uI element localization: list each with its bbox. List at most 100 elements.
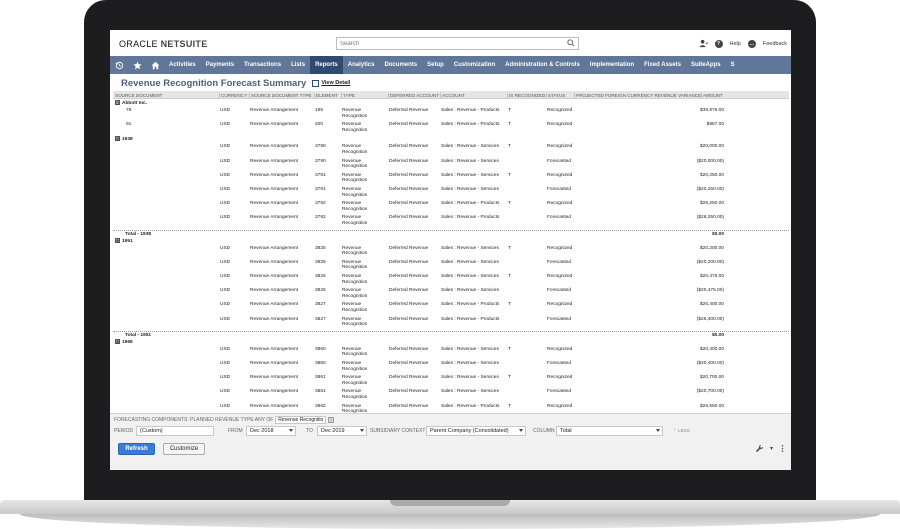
table-row[interactable]: USD Revenue Arrangement 3792 Revenue Recogn…	[113, 215, 789, 229]
nav-documents[interactable]: Documents	[379, 56, 422, 74]
wrench-icon[interactable]	[755, 444, 764, 453]
nav-overflow-item[interactable]: S	[726, 56, 740, 74]
nav-suiteapps[interactable]: SuiteApps	[686, 56, 726, 74]
table-row[interactable]: USD Revenue Arrangement 3825 Revenue Recogn…	[113, 260, 789, 274]
element-link[interactable]: 3860	[315, 347, 326, 352]
table-row[interactable]: USD Revenue Arrangement 3860 Revenue Recogn…	[113, 347, 789, 361]
element-link[interactable]: 3862	[315, 404, 326, 409]
view-detail-link[interactable]: View Detail	[312, 79, 350, 87]
global-search[interactable]	[336, 37, 579, 50]
col-header-projected-variance[interactable]: Projected Foreign Currency Revenue Varia…	[574, 92, 701, 98]
col-header-source-document-type[interactable]: Source Document Type	[249, 92, 312, 98]
element-link[interactable]: 195	[315, 108, 323, 113]
search-input[interactable]	[337, 38, 562, 49]
table-row[interactable]: USD Revenue Arrangement 3827 Revenue Recogn…	[113, 317, 789, 331]
table-row[interactable]: USD Revenue Arrangement 3790 Revenue Recogn…	[113, 159, 789, 173]
more-options-icon[interactable]	[779, 444, 786, 453]
table-row[interactable]: USD Revenue Arrangement 3791 Revenue Recogn…	[113, 173, 789, 187]
feedback-icon[interactable]: …	[747, 39, 756, 48]
element-link[interactable]: 200	[315, 122, 323, 127]
recent-records-icon[interactable]	[110, 56, 128, 74]
table-row[interactable]: USD Revenue Arrangement 3827 Revenue Recogn…	[113, 302, 789, 316]
feedback-link[interactable]: Feedback	[763, 41, 787, 47]
element-link[interactable]: 3790	[315, 159, 326, 164]
less-filters-toggle[interactable]: ⌃ LESS	[673, 428, 690, 434]
from-period-select[interactable]: Dec 2018	[246, 426, 296, 436]
source-document-link[interactable]: 78	[126, 108, 131, 113]
home-icon[interactable]	[146, 56, 164, 74]
element-link[interactable]: 3792	[315, 215, 326, 220]
nav-analytics[interactable]: Analytics	[343, 56, 380, 74]
element-link[interactable]: 3861	[315, 375, 326, 380]
expand-collapse-icon[interactable]: ⊞	[115, 237, 120, 243]
netsuite-logo[interactable]: ORACLE NETSUITE	[119, 39, 208, 49]
source-document-link[interactable]: 91	[126, 122, 131, 127]
expand-collapse-icon[interactable]: ⊞	[115, 338, 120, 344]
col-header-type[interactable]: Type	[341, 92, 355, 98]
element-link[interactable]: 3790	[315, 144, 326, 149]
col-header-deferred-account[interactable]: Deferred Account	[388, 92, 439, 98]
element-link[interactable]: 3791	[315, 173, 326, 178]
status-cell: Recognized	[547, 144, 573, 150]
table-row[interactable]: USD Revenue Arrangement 3826 Revenue Recogn…	[113, 288, 789, 302]
refresh-button[interactable]: Refresh	[118, 443, 155, 455]
element-link[interactable]: 3825	[315, 260, 326, 265]
element-link[interactable]: 3827	[315, 317, 326, 322]
nav-implementation[interactable]: Implementation	[585, 56, 639, 74]
element-link[interactable]: 3826	[315, 288, 326, 293]
status-cell: Recognized	[547, 346, 573, 352]
nav-lists[interactable]: Lists	[286, 56, 310, 74]
amount-cell: $26,550.00	[699, 403, 724, 409]
column-select[interactable]: Total	[556, 426, 663, 436]
table-row[interactable]: 78 USD Revenue Arrangement 195 Revenue Recog…	[113, 108, 789, 122]
subsidiary-context-select[interactable]: Parent Company (Consolidated)	[426, 426, 526, 436]
element-link[interactable]: 3826	[315, 274, 326, 279]
deferred-account-cell: Deferred Revenue	[389, 375, 429, 381]
nav-reports[interactable]: Reports	[310, 56, 343, 74]
table-row[interactable]: 91 USD Revenue Arrangement 200 Revenue Recog…	[113, 122, 789, 136]
col-header-element[interactable]: Element	[314, 92, 338, 98]
user-roles-icon[interactable]	[698, 39, 708, 48]
table-row[interactable]: USD Revenue Arrangement 3790 Revenue Recogn…	[113, 144, 789, 158]
element-link[interactable]: 3791	[315, 187, 326, 192]
element-link[interactable]: 3825	[315, 246, 326, 251]
table-row[interactable]: USD Revenue Arrangement 3861 Revenue Recogn…	[113, 375, 789, 389]
table-row[interactable]: USD Revenue Arrangement 3791 Revenue Recogn…	[113, 187, 789, 201]
help-link[interactable]: Help	[730, 41, 741, 47]
element-link[interactable]: 3792	[315, 201, 326, 206]
to-period-select[interactable]: Dec 2019	[317, 426, 367, 436]
period-select[interactable]: (Custom)	[136, 426, 214, 436]
element-link[interactable]: 3861	[315, 389, 326, 394]
table-row[interactable]: USD Revenue Arrangement 3792 Revenue Recogn…	[113, 201, 789, 215]
customize-button[interactable]: Customize	[163, 443, 205, 455]
help-icon[interactable]: ?	[714, 39, 723, 48]
col-header-source-document[interactable]: Source Document	[115, 93, 162, 98]
nav-activities[interactable]: Activities	[164, 56, 201, 74]
element-link[interactable]: 3827	[315, 302, 326, 307]
nav-setup[interactable]: Setup	[422, 56, 449, 74]
table-row[interactable]: USD Revenue Arrangement 3826 Revenue Recogn…	[113, 274, 789, 288]
expand-collapse-icon[interactable]: ⊞	[115, 136, 120, 142]
forecasting-components-select[interactable]: Revenue Recognitio	[275, 416, 327, 424]
col-header-account[interactable]: Account	[440, 92, 465, 98]
col-header-amount[interactable]: Amount	[701, 92, 723, 98]
shortcuts-star-icon[interactable]	[128, 56, 146, 74]
multiselect-icon[interactable]	[328, 417, 335, 423]
nav-transactions[interactable]: Transactions	[239, 56, 286, 74]
chevron-down-icon[interactable]: ▾	[770, 445, 773, 452]
col-header-status[interactable]: Status	[546, 92, 565, 98]
col-header-is-recognized[interactable]: Is Recognized	[507, 92, 545, 98]
table-row[interactable]: USD Revenue Arrangement 3825 Revenue Recogn…	[113, 246, 789, 260]
nav-customization[interactable]: Customization	[449, 56, 500, 74]
element-link[interactable]: 3860	[315, 361, 326, 366]
table-row[interactable]: USD Revenue Arrangement 3862 Revenue Recogn…	[113, 404, 789, 413]
nav-fixed-assets[interactable]: Fixed Assets	[639, 56, 686, 74]
expand-collapse-icon[interactable]: ⊟	[115, 100, 120, 105]
col-header-currency[interactable]: Currency	[219, 92, 247, 98]
nav-administration-controls[interactable]: Administration & Controls	[500, 56, 585, 74]
table-row[interactable]: USD Revenue Arrangement 3860 Revenue Recogn…	[113, 361, 789, 375]
table-row[interactable]: USD Revenue Arrangement 3861 Revenue Recogn…	[113, 389, 789, 403]
nav-payments[interactable]: Payments	[201, 56, 239, 74]
search-icon[interactable]	[567, 39, 575, 47]
deferred-account-cell: Deferred Revenue	[389, 259, 429, 265]
